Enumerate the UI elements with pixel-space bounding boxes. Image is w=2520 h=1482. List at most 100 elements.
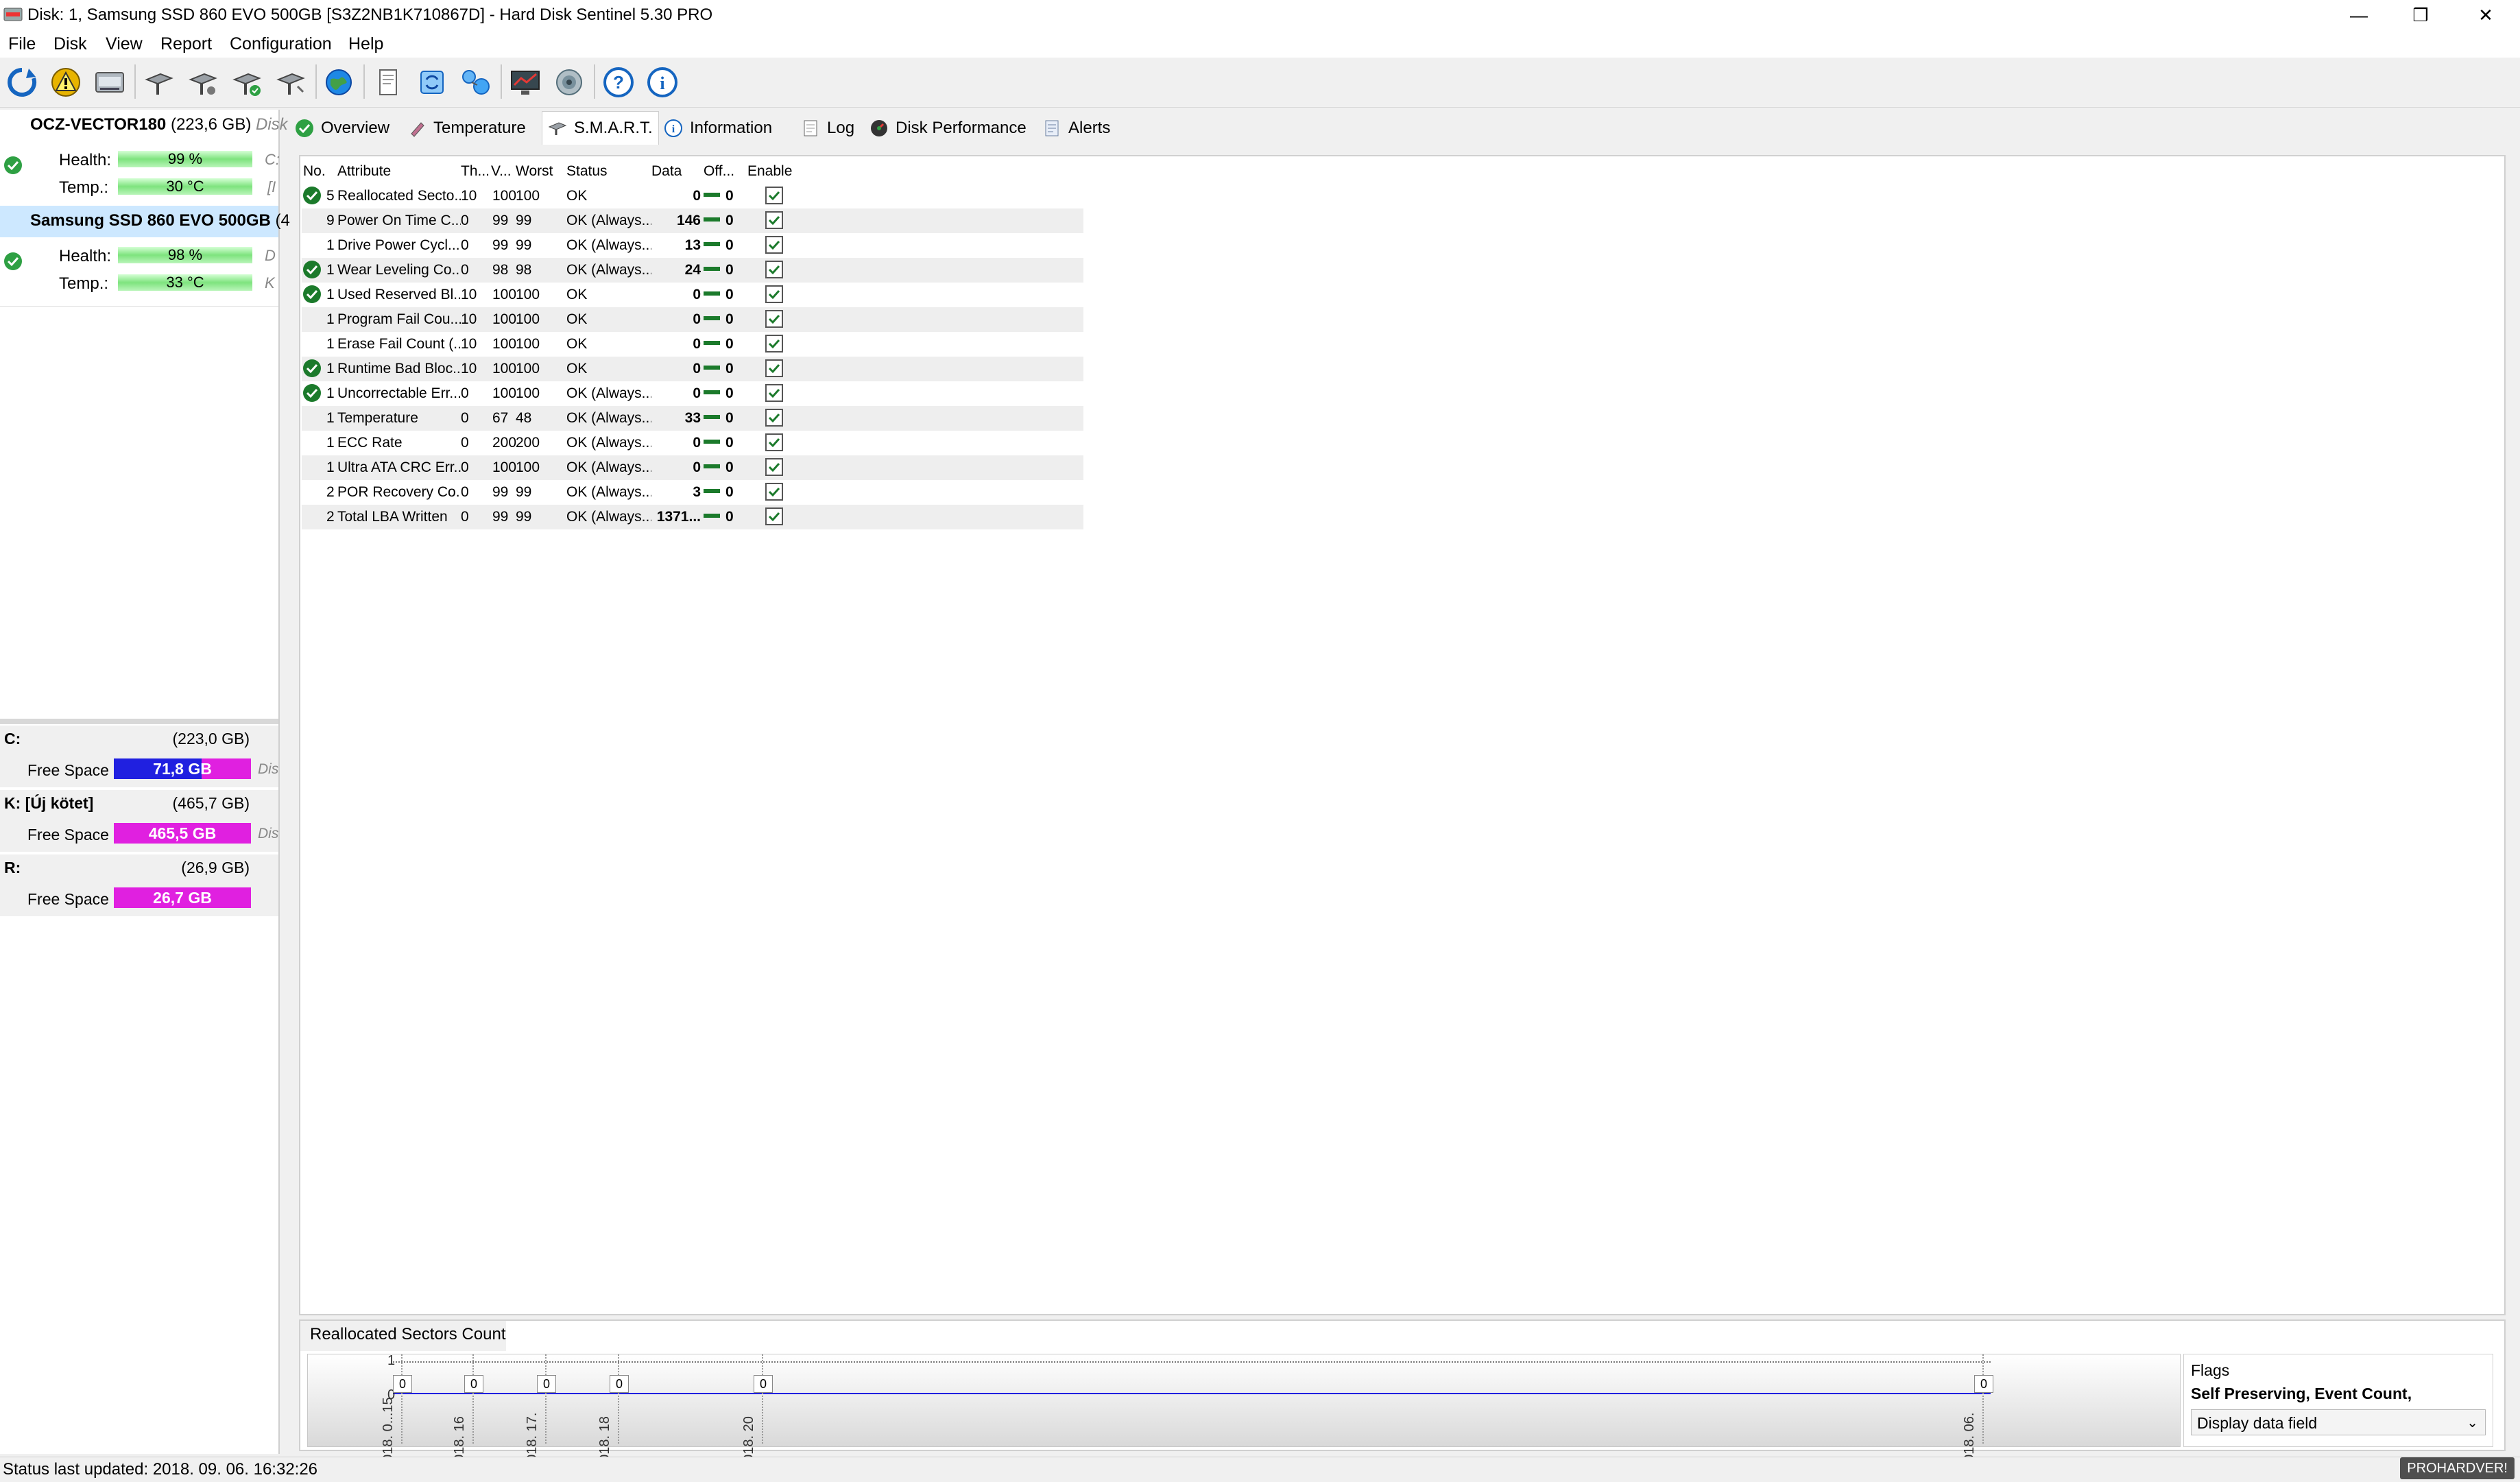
disk-tool-3-icon[interactable]	[272, 63, 310, 101]
refresh-icon[interactable]	[3, 63, 41, 101]
cell-attribute: ECC Rate	[337, 435, 403, 451]
volume-item-k[interactable]: K: [Új kötet] (465,7 GB) Free Space 465,…	[0, 790, 278, 853]
volume-size: (465,7 GB)	[172, 794, 250, 812]
cell-offset: 0	[725, 361, 734, 377]
toolbar-separator	[363, 64, 365, 99]
cell-value: 100	[492, 336, 517, 352]
smart-row[interactable]: 9 Power On Time C... 0 99 99 OK (Always... 146…	[302, 208, 1083, 233]
cell-offset: 0	[725, 311, 734, 327]
cell-offset: 0	[725, 262, 734, 278]
smart-panel: No. Attribute Th... V... Worst Status Da…	[299, 155, 2506, 1315]
disk-item-samsung[interactable]: Samsung SSD 860 EVO 500GB (4 Health: 98 …	[0, 206, 290, 302]
menu-view[interactable]: View	[106, 30, 143, 58]
cell-status: OK	[566, 188, 588, 204]
smart-row[interactable]: 1 Drive Power Cycl... 0 99 99 OK (Always... 13…	[302, 233, 1083, 258]
tab-smart[interactable]: S.M.A.R.T.	[542, 111, 659, 145]
tab-disk-performance[interactable]: Disk Performance	[864, 114, 1032, 143]
smart-row[interactable]: 1 Temperature 0 67 48 OK (Always... 33 0	[302, 406, 1083, 431]
menu-configuration[interactable]: Configuration	[230, 30, 332, 58]
enable-checkbox[interactable]	[765, 261, 783, 278]
enable-checkbox[interactable]	[765, 310, 783, 328]
col-attribute[interactable]: Attribute	[337, 163, 391, 180]
globe-icon[interactable]	[320, 63, 358, 101]
col-status[interactable]: Status	[566, 163, 608, 180]
volume-splitter[interactable]	[0, 719, 278, 724]
cell-threshold: 0	[461, 237, 469, 253]
volume-item-c[interactable]: C: (223,0 GB) Free Space 71,8 GB Dis	[0, 726, 278, 789]
disk-item-ocz[interactable]: OCZ-VECTOR180 (223,6 GB) Disk Health: 99…	[0, 110, 288, 206]
enable-checkbox[interactable]	[765, 211, 783, 229]
smart-row[interactable]: 1 ECC Rate 0 200 200 OK (Always... 0 0	[302, 431, 1083, 455]
enable-checkbox[interactable]	[765, 433, 783, 451]
smart-row[interactable]: 1 Runtime Bad Bloc... 10 100 100 OK 0 0	[302, 357, 1083, 381]
minimize-button[interactable]: —	[2328, 0, 2390, 30]
volume-item-r[interactable]: R: (26,9 GB) Free Space 26,7 GB	[0, 854, 278, 918]
monitor-icon[interactable]	[506, 63, 544, 101]
col-data[interactable]: Data	[651, 163, 682, 180]
smart-row[interactable]: 2 POR Recovery Co... 0 99 99 OK (Always... 3 0	[302, 480, 1083, 505]
enable-checkbox[interactable]	[765, 359, 783, 377]
disk-tool-2-icon[interactable]	[184, 63, 222, 101]
tab-information[interactable]: i Information	[658, 114, 778, 143]
col-enable[interactable]: Enable	[747, 163, 792, 180]
cell-data: 33	[684, 410, 701, 426]
enable-checkbox[interactable]	[765, 335, 783, 352]
cell-offset: 0	[725, 410, 734, 426]
smart-row[interactable]: 5 Reallocated Secto... 10 100 100 OK 0 0	[302, 184, 1083, 208]
help-icon[interactable]: ?	[599, 63, 638, 101]
smart-row[interactable]: 1 Ultra ATA CRC Err... 0 100 100 OK (Always..…	[302, 455, 1083, 480]
network-icon[interactable]	[457, 63, 495, 101]
enable-checkbox[interactable]	[765, 458, 783, 476]
col-offset[interactable]: Off...	[704, 163, 734, 180]
menu-help[interactable]: Help	[348, 30, 383, 58]
cell-threshold: 10	[461, 287, 477, 302]
tab-alerts[interactable]: Alerts	[1037, 114, 1116, 143]
col-worst[interactable]: Worst	[516, 163, 553, 180]
menu-file[interactable]: File	[8, 30, 36, 58]
tab-log[interactable]: Log	[795, 114, 860, 143]
smart-row[interactable]: 1 Wear Leveling Co... 0 98 98 OK (Always... 24…	[302, 258, 1083, 283]
menu-disk[interactable]: Disk	[53, 30, 87, 58]
smart-row[interactable]: 2 Total LBA Written 0 99 99 OK (Always... 1371…	[302, 505, 1083, 529]
disk-tail-text: D	[265, 247, 276, 264]
cell-no: 1	[326, 287, 335, 302]
smart-row[interactable]: 1 Erase Fail Count (... 10 100 100 OK 0 0	[302, 332, 1083, 357]
volume-name: K: [Új kötet]	[4, 794, 94, 812]
smart-row[interactable]: 1 Program Fail Cou... 10 100 100 OK 0 0	[302, 307, 1083, 332]
enable-checkbox[interactable]	[765, 285, 783, 303]
tab-label: S.M.A.R.T.	[574, 119, 653, 137]
temp-bar: 33 °C	[118, 274, 252, 291]
alert-icon[interactable]	[47, 63, 85, 101]
restore-button[interactable]: ❐	[2390, 0, 2451, 30]
cell-offset: 0	[725, 336, 734, 352]
tab-temperature[interactable]: Temperature	[402, 114, 531, 143]
menu-report[interactable]: Report	[160, 30, 212, 58]
cell-threshold: 0	[461, 435, 469, 451]
smart-row[interactable]: 1 Used Reserved Bl... 10 100 100 OK 0 0	[302, 283, 1083, 307]
enable-checkbox[interactable]	[765, 409, 783, 427]
enable-checkbox[interactable]	[765, 483, 783, 501]
enable-checkbox[interactable]	[765, 236, 783, 254]
info-icon[interactable]: i	[643, 63, 682, 101]
disk-ok-icon[interactable]	[228, 63, 266, 101]
cell-value: 99	[492, 213, 509, 228]
smart-row[interactable]: 1 Uncorrectable Err... 0 100 100 OK (Always..…	[302, 381, 1083, 406]
close-button[interactable]: ✕	[2455, 0, 2517, 30]
col-no[interactable]: No.	[303, 163, 326, 180]
col-value[interactable]: V...	[491, 163, 512, 180]
disk-tool-icon[interactable]	[140, 63, 178, 101]
enable-checkbox[interactable]	[765, 507, 783, 525]
display-field-select[interactable]: Display data field ⌄	[2191, 1409, 2486, 1435]
ok-check-icon	[303, 285, 321, 303]
disk-icon[interactable]	[91, 63, 129, 101]
graph-gridline	[762, 1354, 764, 1444]
report-icon[interactable]	[369, 63, 407, 101]
tab-overview[interactable]: Overview	[289, 114, 395, 143]
speaker-icon[interactable]	[550, 63, 588, 101]
enable-checkbox[interactable]	[765, 187, 783, 204]
col-threshold[interactable]: Th...	[461, 163, 490, 180]
sync-icon[interactable]	[413, 63, 451, 101]
volume-size: (26,9 GB)	[181, 859, 250, 876]
enable-checkbox[interactable]	[765, 384, 783, 402]
cell-threshold: 0	[461, 213, 469, 228]
